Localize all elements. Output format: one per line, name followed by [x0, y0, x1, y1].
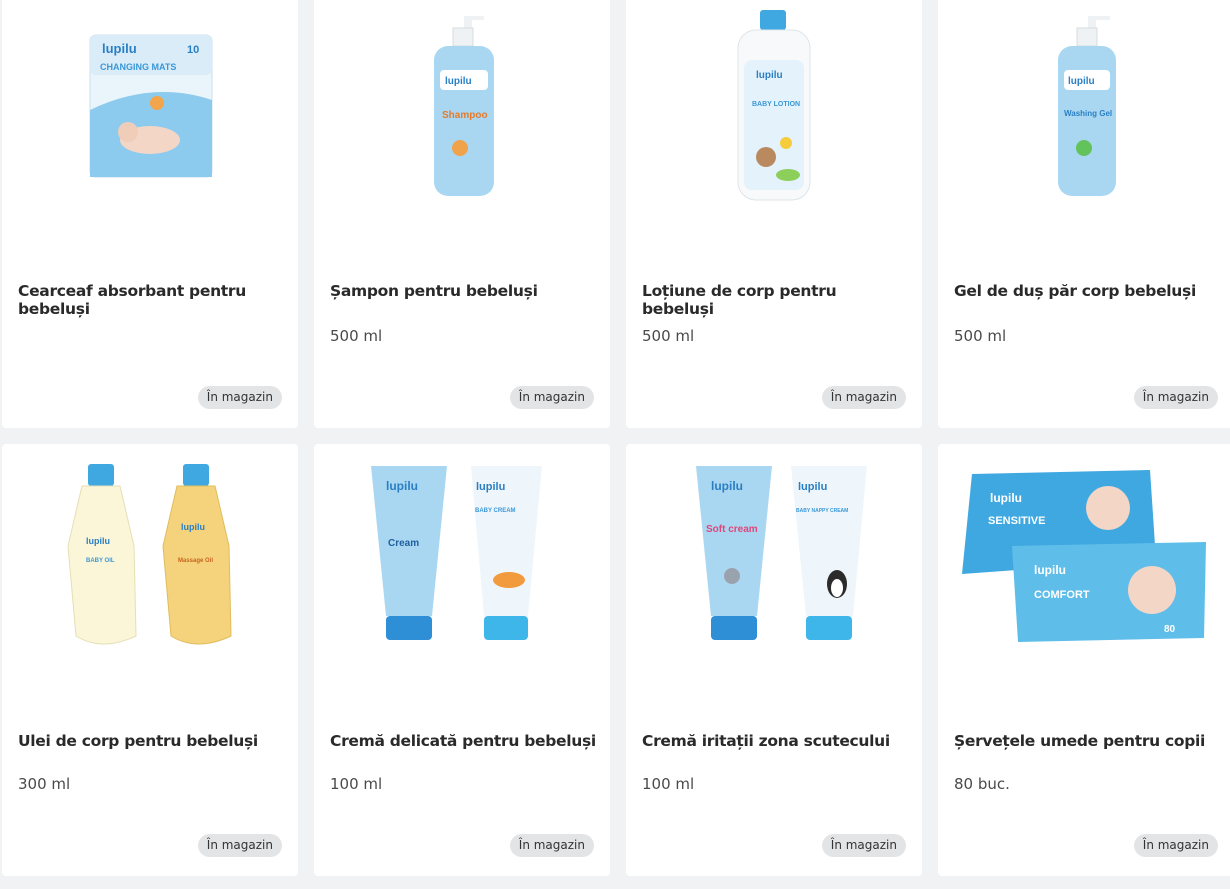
svg-text:BABY OIL: BABY OIL	[86, 558, 115, 564]
svg-text:Cream: Cream	[388, 538, 419, 549]
availability-badge: În magazin	[197, 834, 282, 857]
svg-text:lupilu: lupilu	[990, 491, 1022, 505]
product-card[interactable]: lupilu Soft cream lupilu BABY NAPPY CREA…	[626, 444, 922, 876]
product-card[interactable]: lupilu BABY OIL lupilu Massage Oil Ulei …	[2, 444, 298, 876]
svg-text:lupilu: lupilu	[756, 70, 783, 81]
product-card[interactable]: lupilu SENSITIVE lupilu COMFORT 80 Șerve…	[938, 444, 1230, 876]
svg-text:SENSITIVE: SENSITIVE	[988, 515, 1045, 527]
svg-text:Massage Oil: Massage Oil	[178, 558, 213, 564]
product-title[interactable]: Loțiune de corp pentru bebeluși	[642, 282, 910, 318]
svg-text:lupilu: lupilu	[86, 536, 110, 546]
product-image-baby-oil[interactable]: lupilu BABY OIL lupilu Massage Oil	[2, 456, 298, 696]
svg-text:BABY LOTION: BABY LOTION	[752, 101, 800, 108]
product-card[interactable]: lupilu Washing Gel Gel de duș păr corp b…	[938, 0, 1230, 428]
product-image-baby-lotion[interactable]: lupilu BABY LOTION	[626, 0, 922, 230]
availability-badge: În magazin	[197, 386, 282, 409]
product-title[interactable]: Gel de duș păr corp bebeluși	[954, 282, 1222, 300]
availability-badge: În magazin	[821, 386, 906, 409]
product-image-baby-cream[interactable]: lupilu Cream lupilu BABY CREAM	[314, 456, 610, 696]
product-quantity: 500 ml	[642, 327, 695, 345]
svg-text:lupilu: lupilu	[1034, 563, 1066, 577]
product-grid: lupilu 10 CHANGING MATS Cearceaf absorba…	[0, 0, 1230, 889]
product-title[interactable]: Șampon pentru bebeluși	[330, 282, 598, 300]
svg-text:Washing Gel: Washing Gel	[1064, 109, 1112, 118]
svg-text:BABY CREAM: BABY CREAM	[475, 508, 516, 514]
svg-text:lupilu: lupilu	[711, 479, 743, 493]
svg-text:lupilu: lupilu	[798, 481, 827, 493]
availability-badge: În magazin	[1133, 834, 1218, 857]
product-card[interactable]: lupilu Shampoo Șampon pentru bebeluși 50…	[314, 0, 610, 428]
svg-text:lupilu: lupilu	[1068, 76, 1095, 87]
product-title[interactable]: Cremă iritații zona scutecului	[642, 732, 910, 750]
svg-text:lupilu: lupilu	[181, 522, 205, 532]
product-title[interactable]: Șervețele umede pentru copii	[954, 732, 1222, 750]
product-quantity: 300 ml	[18, 775, 71, 793]
availability-badge: În magazin	[1133, 386, 1218, 409]
product-image-wet-wipes[interactable]: lupilu SENSITIVE lupilu COMFORT 80	[938, 456, 1230, 696]
svg-text:10: 10	[187, 44, 199, 56]
product-image-changing-mats[interactable]: lupilu 10 CHANGING MATS	[2, 0, 298, 230]
svg-text:lupilu: lupilu	[386, 479, 418, 493]
pkg-brand: lupilu	[102, 41, 137, 56]
svg-text:lupilu: lupilu	[476, 481, 505, 493]
product-card[interactable]: lupilu Cream lupilu BABY CREAM Cremă del…	[314, 444, 610, 876]
product-image-nappy-cream[interactable]: lupilu Soft cream lupilu BABY NAPPY CREA…	[626, 456, 922, 696]
svg-text:80: 80	[1164, 624, 1176, 635]
product-quantity: 500 ml	[330, 327, 383, 345]
svg-text:lupilu: lupilu	[445, 76, 472, 87]
product-title[interactable]: Ulei de corp pentru bebeluși	[18, 732, 286, 750]
product-quantity: 80 buc.	[954, 775, 1010, 793]
product-quantity: 100 ml	[330, 775, 383, 793]
product-title[interactable]: Cremă delicată pentru bebeluși	[330, 732, 598, 750]
product-image-washing-gel[interactable]: lupilu Washing Gel	[938, 0, 1230, 230]
product-card[interactable]: lupilu 10 CHANGING MATS Cearceaf absorba…	[2, 0, 298, 428]
product-quantity: 100 ml	[642, 775, 695, 793]
availability-badge: În magazin	[509, 834, 594, 857]
product-quantity: 500 ml	[954, 327, 1007, 345]
svg-text:BABY NAPPY CREAM: BABY NAPPY CREAM	[796, 508, 848, 514]
svg-text:COMFORT: COMFORT	[1034, 589, 1090, 601]
availability-badge: În magazin	[509, 386, 594, 409]
product-image-shampoo[interactable]: lupilu Shampoo	[314, 0, 610, 230]
product-card[interactable]: lupilu BABY LOTION Loțiune de corp pentr…	[626, 0, 922, 428]
availability-badge: În magazin	[821, 834, 906, 857]
product-title[interactable]: Cearceaf absorbant pentru bebeluși	[18, 282, 286, 318]
svg-text:Soft cream: Soft cream	[706, 524, 758, 535]
svg-text:Shampoo: Shampoo	[442, 110, 488, 121]
svg-text:CHANGING MATS: CHANGING MATS	[100, 62, 176, 72]
